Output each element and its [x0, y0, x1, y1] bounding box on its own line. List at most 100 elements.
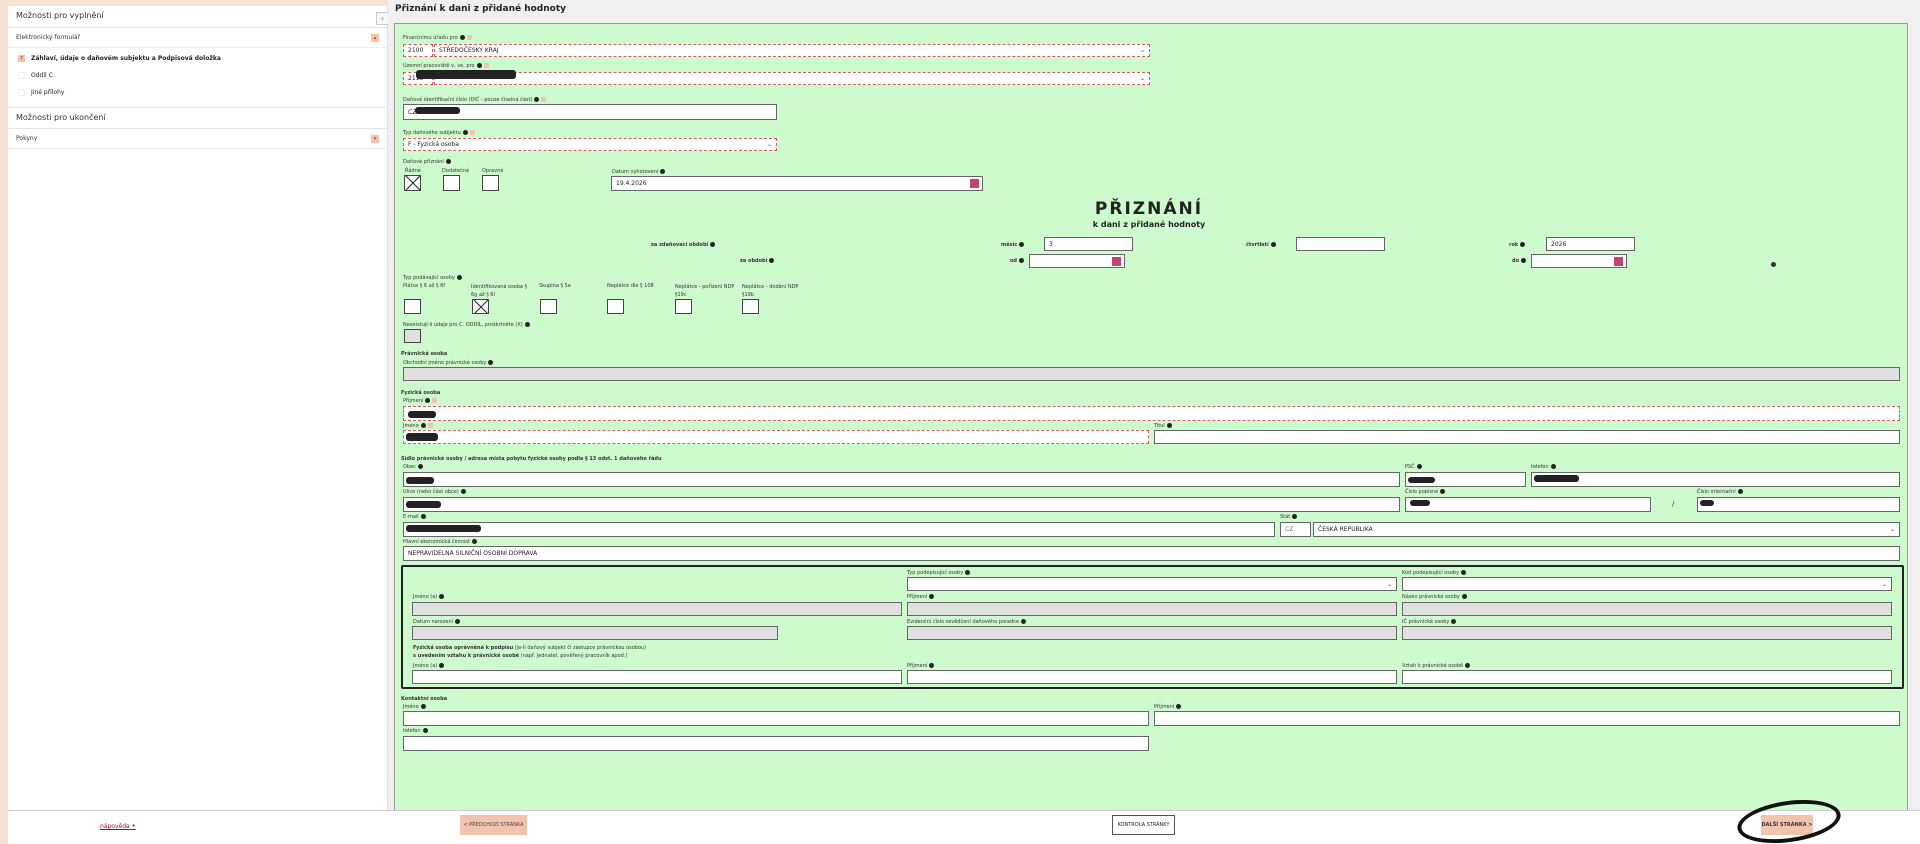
- help-link[interactable]: nápověda •: [100, 822, 136, 830]
- subject-type-label: Typ daňového subjektu: [403, 130, 475, 136]
- asterisk-icon: •: [131, 822, 136, 830]
- title-input[interactable]: [1154, 430, 1900, 444]
- check-page-button[interactable]: KONTROLA STRÁNKY: [1112, 815, 1175, 835]
- email-input[interactable]: [403, 522, 1275, 537]
- calendar-icon[interactable]: [1614, 257, 1623, 266]
- instructions-toggle[interactable]: Pokyny ▾: [8, 129, 387, 149]
- from-date-input[interactable]: [1029, 254, 1125, 268]
- info-icon: [710, 242, 716, 247]
- signatory-type-select[interactable]: ⌄: [907, 577, 1397, 591]
- ico-input[interactable]: [1402, 626, 1892, 640]
- payer-type-checkbox[interactable]: [472, 299, 489, 314]
- signatory-name-input[interactable]: [412, 602, 902, 616]
- state-label: Stát: [1280, 514, 1298, 520]
- state-select[interactable]: ČESKÁ REPUBLIKA ⌄: [1313, 522, 1900, 537]
- info-icon: [1270, 242, 1276, 247]
- sidebar-item-attachments[interactable]: Jiné přílohy: [8, 84, 387, 101]
- info-icon: [1416, 464, 1422, 469]
- surname-input[interactable]: [403, 406, 1900, 421]
- registration-number-input[interactable]: [907, 626, 1397, 640]
- return-supplementary-checkbox[interactable]: [443, 175, 460, 191]
- orientation-number-label: Číslo orientační: [1697, 489, 1743, 495]
- activity-input[interactable]: NEPRAVIDELNÁ SILNIČNÍ OSOBNÍ DOPRAVA: [403, 546, 1900, 561]
- workplace-label: Územní pracoviště v, ve, pro: [403, 63, 489, 69]
- footer-bar: [8, 810, 1920, 844]
- payer-type-checkbox[interactable]: [742, 299, 759, 314]
- office-select[interactable]: STŘEDOČESKÝ KRAJ ⌄: [434, 44, 1150, 57]
- info-icon: [422, 728, 428, 733]
- form-heading: PŘIZNÁNÍ: [1094, 199, 1204, 219]
- redaction: [408, 411, 436, 418]
- number-separator: /: [1672, 500, 1675, 508]
- signatory-code-label: Kód podepisující osoby: [1402, 570, 1467, 576]
- business-name-input[interactable]: [403, 367, 1900, 381]
- entity-name-input[interactable]: [1402, 602, 1892, 616]
- info-icon: [1292, 514, 1298, 519]
- quarter-input[interactable]: [1296, 237, 1385, 251]
- no-data-checkbox[interactable]: [404, 329, 421, 343]
- payer-type-checkbox[interactable]: [540, 299, 557, 314]
- month-input[interactable]: 3: [1044, 237, 1133, 251]
- required-icon: [483, 63, 489, 68]
- info-icon: [929, 594, 935, 599]
- sidebar-item-section-c[interactable]: Oddíl C: [8, 67, 387, 84]
- info-icon: [488, 360, 494, 365]
- return-regular-checkbox[interactable]: [404, 175, 421, 191]
- over-period-label: za období: [740, 258, 775, 264]
- to-label: do: [1512, 258, 1527, 264]
- signatory-surname-input[interactable]: [907, 602, 1397, 616]
- calendar-icon[interactable]: [1112, 257, 1121, 266]
- signatory-name-label: Jméno (a): [413, 594, 445, 600]
- signatory-surname-label: Příjmení: [907, 594, 935, 600]
- finish-options-header: Možnosti pro ukončení: [8, 107, 387, 129]
- orientation-number-input[interactable]: [1697, 497, 1900, 512]
- street-input[interactable]: [403, 497, 1400, 512]
- redaction: [1700, 500, 1714, 506]
- firstname-input[interactable]: [403, 430, 1149, 444]
- entity-name-label: Název právnické osoby: [1402, 594, 1467, 600]
- relation-input[interactable]: [1402, 670, 1892, 684]
- contact-phone-label: telefon: [403, 728, 428, 734]
- birth-date-input[interactable]: [412, 626, 778, 640]
- house-number-input[interactable]: [1405, 497, 1651, 512]
- return-corrective-checkbox[interactable]: [482, 175, 499, 191]
- return-label: Daňové přiznání: [403, 159, 451, 165]
- payer-type-option-label: Neplátce - dodání NDP §19b: [742, 284, 799, 298]
- payer-type-checkbox[interactable]: [675, 299, 692, 314]
- phone-input[interactable]: [1531, 472, 1900, 487]
- signatory-code-select[interactable]: ⌄: [1402, 577, 1892, 591]
- payer-type-checkbox[interactable]: [607, 299, 624, 314]
- firstname-label: Jméno: [403, 423, 433, 429]
- bullet-icon: [1771, 262, 1776, 267]
- street-label: Ulice (nebo část obce): [403, 489, 466, 495]
- period-label: za zdaňovací období: [651, 242, 716, 248]
- payer-type-checkbox[interactable]: [404, 299, 421, 314]
- contact-surname-input[interactable]: [1154, 711, 1900, 726]
- year-input[interactable]: 2026: [1546, 237, 1635, 251]
- return-option-label: Opravné: [482, 168, 504, 174]
- house-number-label: Číslo popisné: [1405, 489, 1446, 495]
- auth-surname-input[interactable]: [907, 670, 1397, 684]
- no-data-label: Neexistují-li údaje pro C. ODDÍL, proškr…: [403, 322, 530, 328]
- redaction: [406, 477, 434, 484]
- info-icon: [1019, 258, 1025, 263]
- payer-type-option-label: Neplátce - pořízení NDP §19c: [675, 284, 735, 298]
- info-icon: [476, 63, 482, 68]
- auth-name-input[interactable]: [412, 670, 902, 684]
- contact-phone-input[interactable]: [403, 736, 1149, 751]
- info-icon: [445, 159, 451, 164]
- calendar-icon[interactable]: [970, 179, 979, 188]
- date-input[interactable]: 19.4.2026: [611, 176, 983, 191]
- workplace-select[interactable]: ⌄: [434, 72, 1150, 85]
- municipality-input[interactable]: [403, 472, 1400, 487]
- subject-type-select[interactable]: F - Fyzická osoba ⌄: [403, 138, 777, 151]
- eform-toggle[interactable]: Elektronický formulář ▴: [8, 28, 387, 48]
- info-icon: [1019, 242, 1025, 247]
- birth-date-label: Datum narození: [413, 619, 460, 625]
- to-date-input[interactable]: [1531, 254, 1627, 268]
- contact-name-input[interactable]: [403, 711, 1149, 726]
- sidebar-item-header[interactable]: ? Záhlaví, údaje o daňovém subjektu a Pod…: [8, 50, 387, 67]
- previous-page-button[interactable]: < PŘEDCHOZÍ STRÁNKA: [460, 815, 527, 835]
- info-icon: [420, 423, 426, 428]
- info-icon: [1521, 258, 1527, 263]
